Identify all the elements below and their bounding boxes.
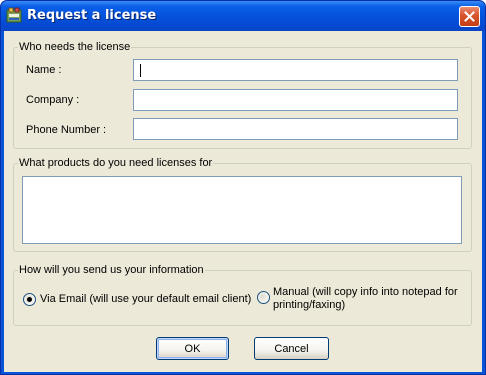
via-email-label[interactable]: Via Email (will use your default email c… [40, 293, 251, 306]
products-legend: What products do you need licenses for [19, 157, 213, 169]
cancel-button-label: Cancel [274, 342, 309, 355]
company-input[interactable] [133, 89, 458, 111]
manual-radio[interactable] [257, 291, 270, 304]
name-label: Name : [26, 64, 62, 76]
send-method-legend: How will you send us your information [19, 264, 204, 276]
phone-number-input[interactable] [133, 118, 458, 140]
company-label: Company : [26, 94, 80, 106]
request-license-dialog: Request a license Who needs the license … [0, 0, 486, 375]
name-input[interactable] [133, 59, 458, 81]
window-title: Request a license [27, 8, 157, 23]
via-email-radio[interactable] [23, 293, 36, 306]
text-caret [140, 64, 141, 77]
cancel-button[interactable]: Cancel [254, 337, 329, 360]
close-button[interactable] [459, 6, 480, 27]
dialog-body: Who needs the license Name : Company : P… [4, 31, 482, 372]
title-bar[interactable]: Request a license [1, 1, 485, 31]
close-icon [464, 11, 475, 22]
phone-number-label: Phone Number : [26, 124, 107, 136]
radio-selected-dot [27, 297, 32, 302]
products-textarea[interactable] [22, 176, 462, 244]
ok-button[interactable]: OK [156, 337, 229, 360]
license-app-icon [6, 7, 22, 24]
manual-label[interactable]: Manual (will copy info into notepad for … [273, 286, 468, 312]
who-needs-license-legend: Who needs the license [19, 41, 131, 53]
ok-button-label: OK [184, 342, 201, 355]
